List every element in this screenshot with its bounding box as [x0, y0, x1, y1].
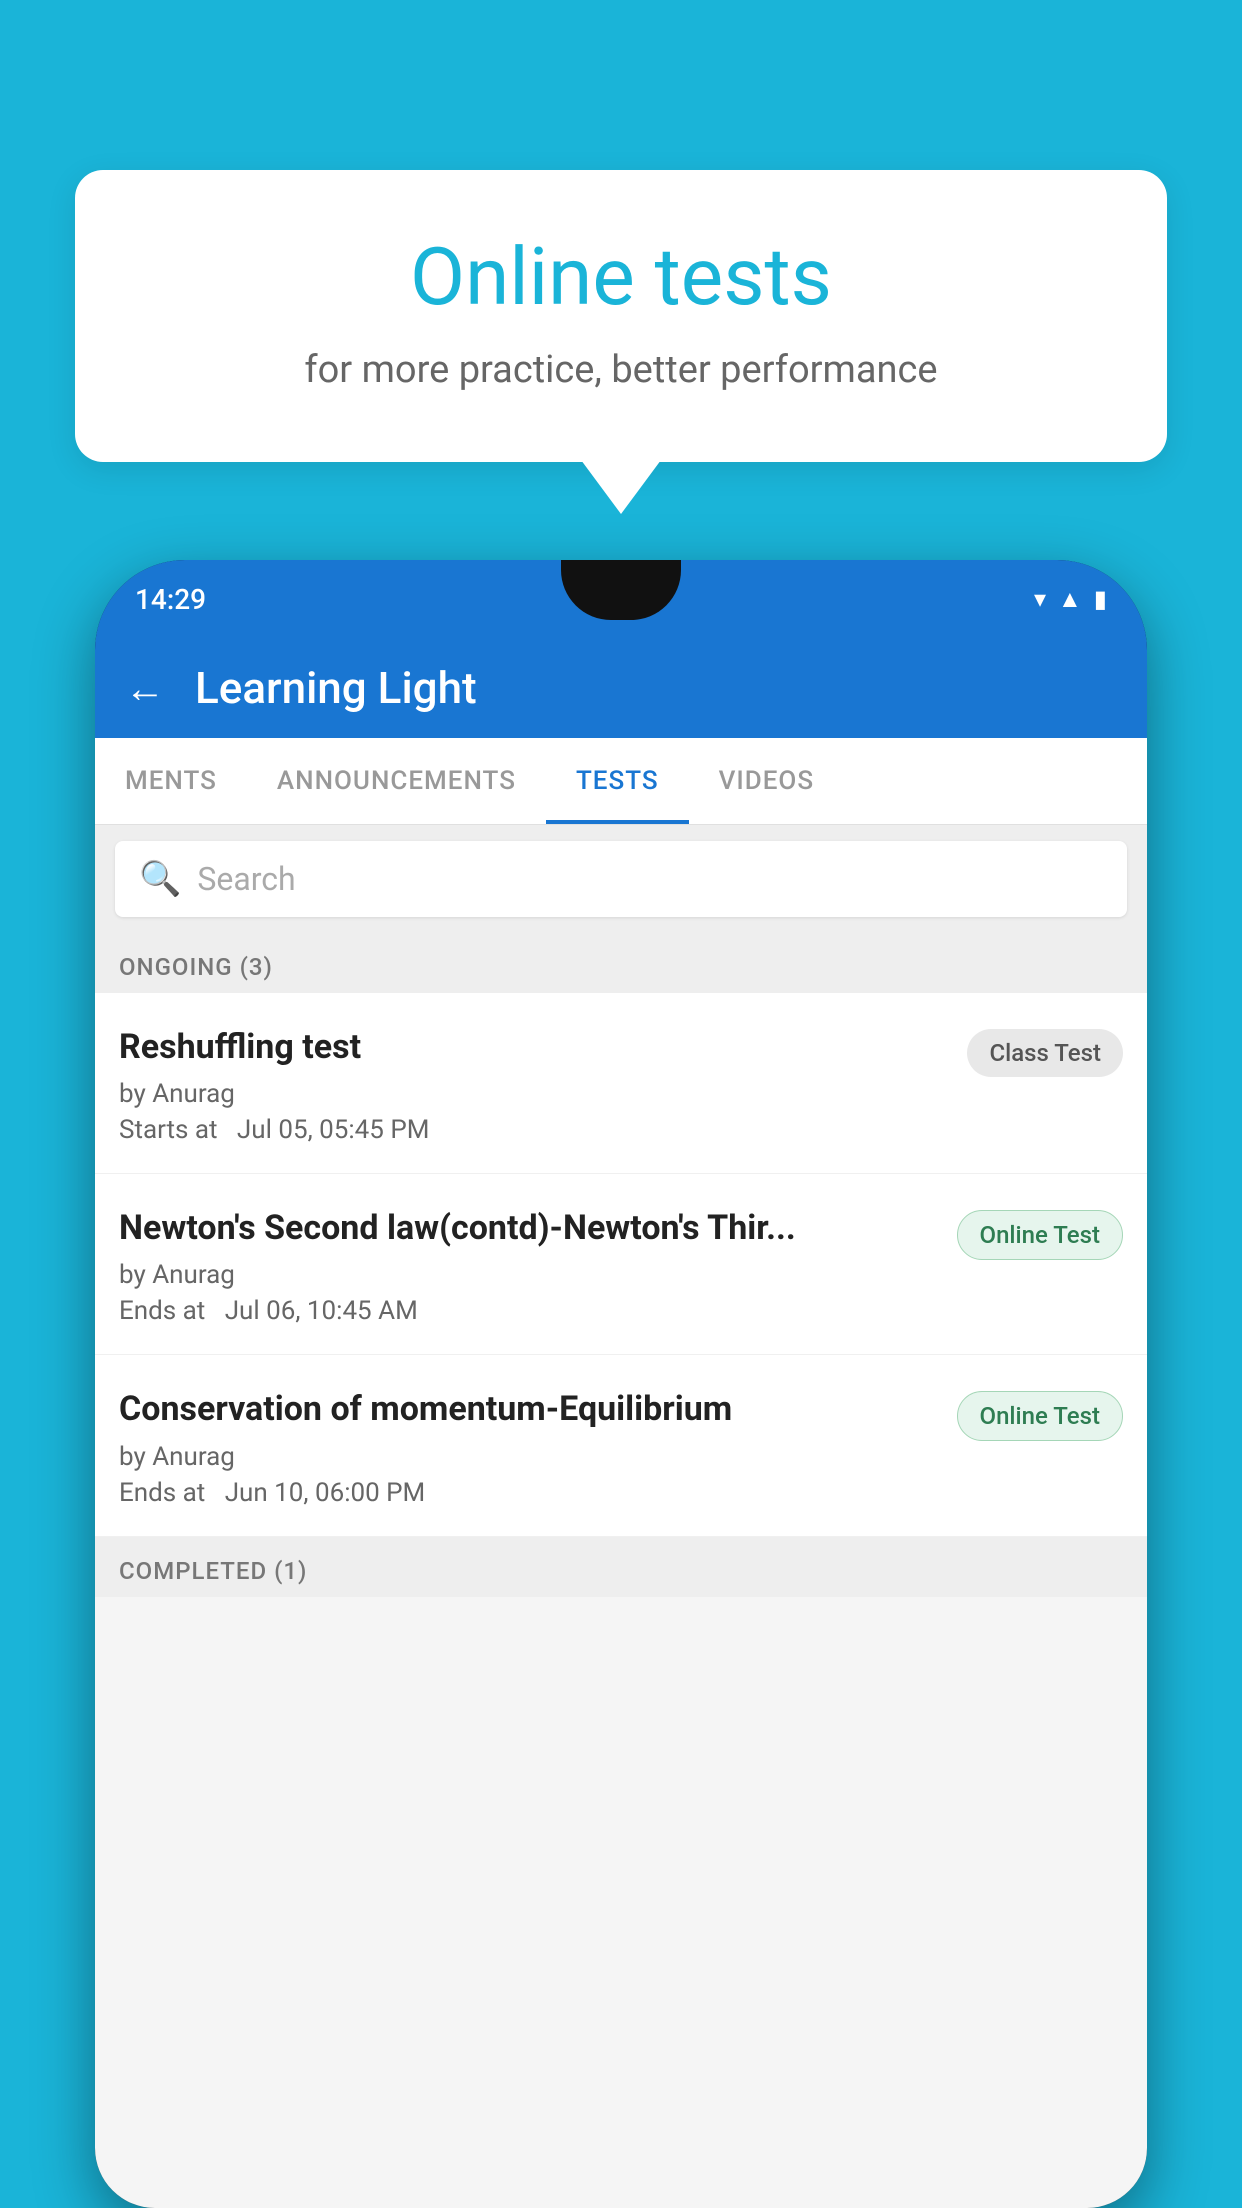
status-icons: ▾ ▲ ▮ [1034, 585, 1107, 614]
test-name: Newton's Second law(contd)-Newton's Thir… [119, 1206, 937, 1250]
promo-subtitle: for more practice, better performance [155, 348, 1087, 392]
status-bar: 14:29 ▾ ▲ ▮ [95, 560, 1147, 638]
completed-section-header: COMPLETED (1) [95, 1537, 1147, 1597]
wifi-icon: ▾ [1034, 585, 1046, 613]
phone-screen-content: 🔍 Search ONGOING (3) Reshuffling test by… [95, 825, 1147, 2208]
test-author: by Anurag [119, 1442, 937, 1472]
ongoing-section-header: ONGOING (3) [95, 933, 1147, 993]
test-badge-online: Online Test [957, 1391, 1123, 1441]
search-bar[interactable]: 🔍 Search [115, 841, 1127, 917]
search-bar-container: 🔍 Search [95, 825, 1147, 933]
back-button[interactable]: ← [125, 665, 165, 712]
test-time: Ends at Jul 06, 10:45 AM [119, 1296, 937, 1326]
phone-screen-inner: 14:29 ▾ ▲ ▮ ← Learning Light MENTS ANNOU… [95, 560, 1147, 2208]
test-badge-class: Class Test [967, 1029, 1123, 1077]
test-author: by Anurag [119, 1260, 937, 1290]
test-info: Conservation of momentum-Equilibrium by … [119, 1387, 937, 1507]
test-item[interactable]: Reshuffling test by Anurag Starts at Jul… [95, 993, 1147, 1174]
test-author: by Anurag [119, 1079, 947, 1109]
app-bar: ← Learning Light [95, 638, 1147, 738]
test-name: Conservation of momentum-Equilibrium [119, 1387, 937, 1431]
phone-frame: 14:29 ▾ ▲ ▮ ← Learning Light MENTS ANNOU… [95, 560, 1147, 2208]
ongoing-label: ONGOING (3) [119, 953, 273, 981]
tab-videos[interactable]: VIDEOS [689, 738, 844, 824]
test-time: Starts at Jul 05, 05:45 PM [119, 1115, 947, 1145]
app-bar-title: Learning Light [195, 662, 477, 714]
test-item[interactable]: Newton's Second law(contd)-Newton's Thir… [95, 1174, 1147, 1355]
battery-icon: ▮ [1094, 585, 1107, 613]
completed-label: COMPLETED (1) [119, 1557, 307, 1585]
signal-icon: ▲ [1058, 585, 1082, 614]
test-time: Ends at Jun 10, 06:00 PM [119, 1478, 937, 1508]
test-badge-online: Online Test [957, 1210, 1123, 1260]
promo-card: Online tests for more practice, better p… [75, 170, 1167, 462]
tab-tests[interactable]: TESTS [546, 738, 689, 824]
status-time: 14:29 [135, 583, 206, 616]
tests-list: Reshuffling test by Anurag Starts at Jul… [95, 993, 1147, 1537]
search-input[interactable]: Search [197, 860, 295, 898]
test-info: Newton's Second law(contd)-Newton's Thir… [119, 1206, 937, 1326]
tabs-container: MENTS ANNOUNCEMENTS TESTS VIDEOS [95, 738, 1147, 825]
search-icon: 🔍 [139, 859, 181, 899]
promo-title: Online tests [155, 230, 1087, 324]
test-item[interactable]: Conservation of momentum-Equilibrium by … [95, 1355, 1147, 1536]
test-name: Reshuffling test [119, 1025, 947, 1069]
test-info: Reshuffling test by Anurag Starts at Jul… [119, 1025, 947, 1145]
tab-ments[interactable]: MENTS [95, 738, 247, 824]
phone-notch [561, 560, 681, 620]
tab-announcements[interactable]: ANNOUNCEMENTS [247, 738, 546, 824]
